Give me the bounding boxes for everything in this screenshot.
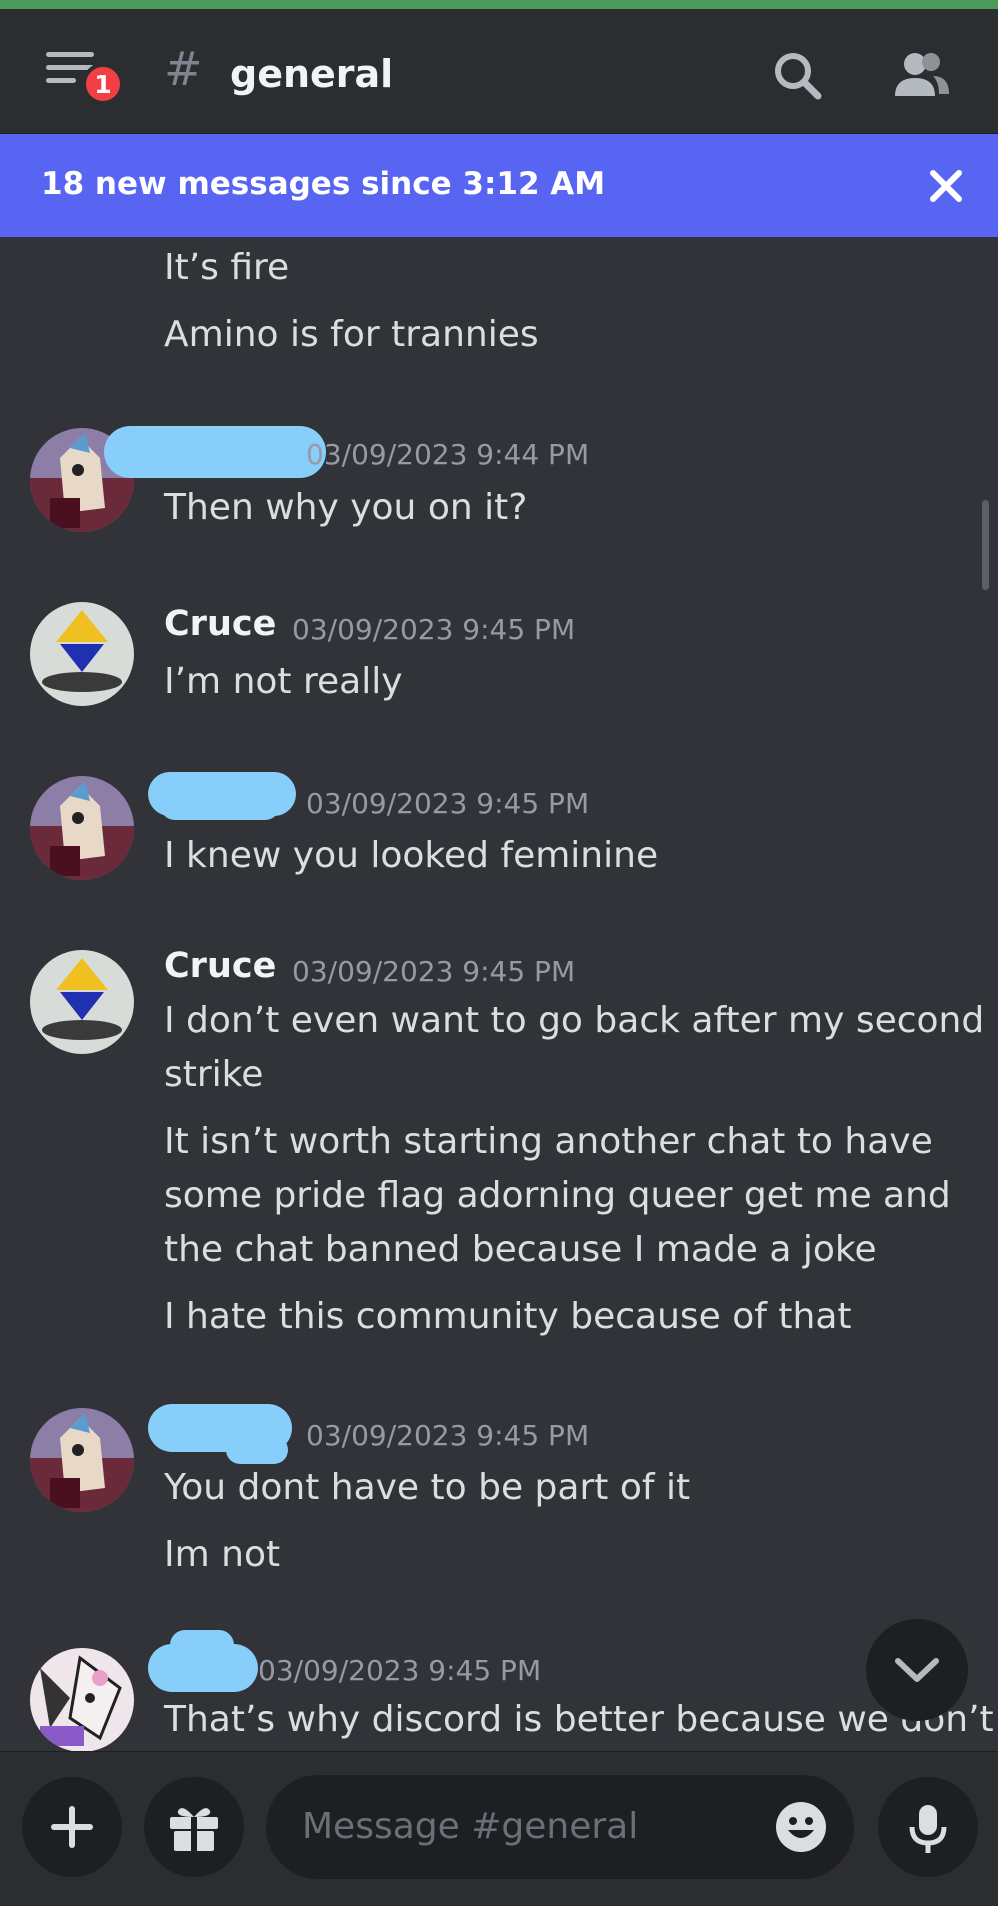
hash-icon: # bbox=[164, 42, 203, 96]
avatar[interactable] bbox=[30, 602, 134, 706]
message-line: I knew you looked feminine bbox=[164, 835, 659, 876]
message-line: some pride flag adorning queer get me an… bbox=[164, 1175, 951, 1216]
emoji-icon[interactable] bbox=[774, 1800, 828, 1854]
gift-button[interactable] bbox=[144, 1777, 244, 1877]
notification-badge: 1 bbox=[82, 63, 124, 105]
message-timestamp: 03/09/2023 9:45 PM bbox=[306, 787, 590, 820]
redacted-username bbox=[104, 426, 326, 478]
voice-button[interactable] bbox=[878, 1777, 978, 1877]
message-line: Amino is for trannies bbox=[164, 314, 539, 355]
message-line: the chat banned because I made a joke bbox=[164, 1229, 877, 1270]
message-line: I hate this community because of that bbox=[164, 1296, 852, 1337]
message-author[interactable]: Cruce bbox=[164, 604, 276, 644]
message-line: Im not bbox=[164, 1534, 281, 1575]
message-line: I’m not really bbox=[164, 661, 403, 702]
search-icon[interactable] bbox=[772, 50, 824, 102]
avatar[interactable] bbox=[30, 1648, 134, 1752]
channel-title[interactable]: general bbox=[230, 52, 393, 96]
scrollbar-thumb[interactable] bbox=[982, 500, 989, 590]
message-line: It’s fire bbox=[164, 247, 290, 288]
message-timestamp: 03/09/2023 9:45 PM bbox=[306, 1419, 590, 1452]
message-line: You dont have to be part of it bbox=[164, 1467, 691, 1508]
jump-to-bottom-button[interactable] bbox=[866, 1619, 968, 1721]
chevron-down-icon bbox=[895, 1658, 939, 1682]
message-line: Then why you on it? bbox=[164, 487, 528, 528]
message-timestamp: 03/09/2023 9:45 PM bbox=[292, 955, 576, 988]
members-icon[interactable] bbox=[893, 50, 951, 102]
message-line: strike bbox=[164, 1054, 264, 1095]
status-strip bbox=[0, 0, 998, 9]
microphone-icon bbox=[909, 1805, 947, 1853]
new-messages-text: 18 new messages since 3:12 AM bbox=[41, 166, 606, 202]
avatar[interactable] bbox=[30, 776, 134, 880]
message-timestamp: 03/09/2023 9:45 PM bbox=[258, 1654, 542, 1687]
close-icon[interactable] bbox=[928, 168, 964, 204]
new-messages-banner[interactable]: 18 new messages since 3:12 AM bbox=[0, 134, 998, 237]
message-timestamp: 03/09/2023 9:44 PM bbox=[306, 438, 590, 471]
message-timestamp: 03/09/2023 9:45 PM bbox=[292, 613, 576, 646]
avatar[interactable] bbox=[30, 950, 134, 1054]
avatar[interactable] bbox=[30, 1408, 134, 1512]
channel-header bbox=[0, 9, 998, 134]
gift-icon bbox=[170, 1808, 218, 1851]
message-author[interactable]: Cruce bbox=[164, 946, 276, 986]
plus-icon bbox=[51, 1806, 93, 1848]
message-line: It isn’t worth starting another chat to … bbox=[164, 1121, 933, 1162]
attach-button[interactable] bbox=[22, 1777, 122, 1877]
redacted-username-part bbox=[170, 1630, 234, 1660]
message-input-placeholder: Message #general bbox=[302, 1806, 639, 1847]
redacted-username-part bbox=[226, 1436, 288, 1464]
redacted-username-part bbox=[160, 790, 280, 820]
message-line: I don’t even want to go back after my se… bbox=[164, 1000, 985, 1041]
